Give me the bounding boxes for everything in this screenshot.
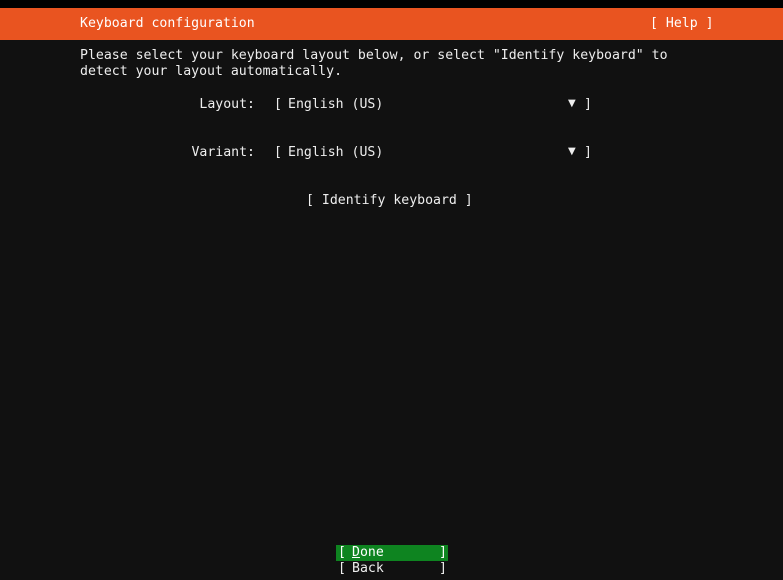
done-label: Done: [352, 545, 384, 560]
caret-down-icon: ▼: [568, 146, 576, 157]
layout-dropdown[interactable]: [ English (US) ▼ ]: [274, 97, 592, 115]
help-button[interactable]: [ Help ]: [650, 16, 714, 31]
bracket-open: [: [274, 97, 282, 112]
bracket-close: ]: [439, 561, 447, 576]
bracket-close: ]: [584, 97, 592, 112]
variant-label: Variant:: [191, 145, 255, 160]
header-bar: Keyboard configuration [ Help ]: [0, 8, 783, 40]
bracket-open: [: [338, 561, 346, 576]
bracket-open: [: [338, 545, 346, 560]
top-strip: [0, 0, 783, 8]
bracket-close: ]: [439, 545, 447, 560]
intro-text: Please select your keyboard layout below…: [80, 48, 668, 79]
page-title: Keyboard configuration: [80, 16, 255, 31]
back-button[interactable]: [ Back ]: [336, 561, 448, 577]
layout-value: English (US): [288, 97, 384, 112]
done-button[interactable]: [ Done ]: [336, 545, 448, 561]
bracket-close: ]: [584, 145, 592, 160]
bracket-open: [: [274, 145, 282, 160]
caret-down-icon: ▼: [568, 98, 576, 109]
variant-value: English (US): [288, 145, 384, 160]
variant-dropdown[interactable]: [ English (US) ▼ ]: [274, 145, 592, 163]
done-label-rest: one: [359, 545, 384, 560]
done-mnemonic: D: [352, 545, 360, 560]
identify-keyboard-button[interactable]: [ Identify keyboard ]: [306, 193, 473, 208]
back-label: Back: [352, 561, 384, 576]
layout-label: Layout:: [199, 97, 255, 112]
